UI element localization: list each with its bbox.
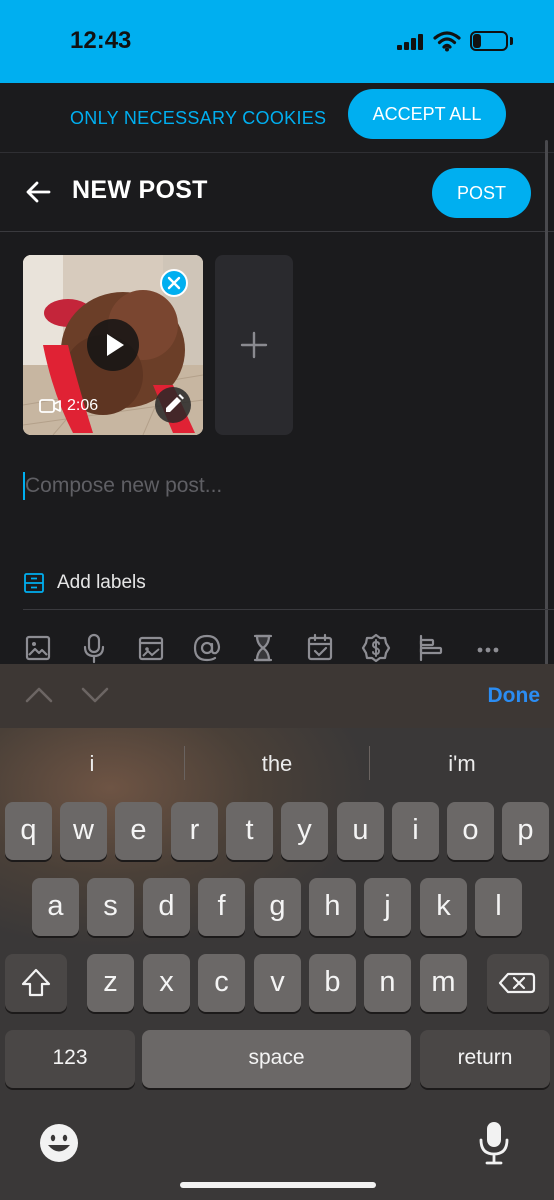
key-f[interactable]: f (198, 878, 245, 936)
play-icon (107, 334, 124, 356)
key-h[interactable]: h (309, 878, 356, 936)
key-c[interactable]: c (198, 954, 245, 1012)
key-s[interactable]: s (87, 878, 134, 936)
new-post-screen: 12:43 24 ONLY NECESSARY COOKIES ACCEPT A… (0, 0, 554, 1200)
expiration-button[interactable] (247, 632, 279, 664)
key-n[interactable]: n (364, 954, 411, 1012)
return-key[interactable]: return (420, 1030, 550, 1088)
add-media-button[interactable] (215, 255, 293, 435)
key-i[interactable]: i (392, 802, 439, 860)
vault-icon (138, 636, 164, 661)
remove-media-button[interactable] (160, 269, 188, 297)
add-labels-label: Add labels (57, 572, 146, 593)
key-u[interactable]: u (337, 802, 384, 860)
key-e[interactable]: e (115, 802, 162, 860)
chevron-down-icon[interactable] (80, 680, 110, 710)
more-options-button[interactable] (472, 632, 504, 664)
key-v[interactable]: v (254, 954, 301, 1012)
labels-icon (24, 573, 44, 593)
key-o[interactable]: o (447, 802, 494, 860)
only-necessary-cookies-button[interactable]: ONLY NECESSARY COOKIES (70, 101, 326, 135)
wifi-icon (433, 31, 461, 52)
mention-icon (193, 634, 221, 662)
voice-message-button[interactable] (78, 632, 110, 664)
duration-label: 2:06 (67, 397, 99, 414)
price-button[interactable] (360, 632, 392, 664)
key-w[interactable]: w (60, 802, 107, 860)
key-g[interactable]: g (254, 878, 301, 936)
key-m[interactable]: m (420, 954, 467, 1012)
cellular-signal-icon (397, 34, 423, 50)
poll-button[interactable] (416, 632, 448, 664)
hourglass-icon (253, 634, 273, 662)
key-t[interactable]: t (226, 802, 273, 860)
chevron-up-icon[interactable] (24, 680, 54, 710)
scrollbar[interactable] (545, 140, 548, 665)
dictation-microphone-icon[interactable] (476, 1120, 512, 1166)
back-arrow-icon[interactable] (24, 178, 52, 206)
post-header: NEW POST POST (0, 154, 554, 232)
key-d[interactable]: d (143, 878, 190, 936)
battery-tip (510, 37, 513, 45)
key-y[interactable]: y (281, 802, 328, 860)
key-z[interactable]: z (87, 954, 134, 1012)
key-l[interactable]: l (475, 878, 522, 936)
play-button[interactable] (87, 319, 139, 371)
shift-icon (21, 968, 51, 997)
text-caret (23, 472, 25, 500)
schedule-button[interactable] (304, 632, 336, 664)
microphone-icon (83, 633, 105, 664)
video-thumbnail[interactable]: 2:06 (23, 255, 203, 435)
key-a[interactable]: a (32, 878, 79, 936)
compose-area (23, 468, 523, 504)
battery-level: 24 (481, 33, 497, 49)
mention-button[interactable] (191, 632, 223, 664)
emoji-icon[interactable] (38, 1122, 80, 1164)
calendar-icon (307, 633, 333, 661)
page-title: NEW POST (72, 176, 208, 204)
post-button[interactable]: POST (432, 168, 531, 218)
key-x[interactable]: x (143, 954, 190, 1012)
battery-icon: 24 (470, 31, 508, 51)
status-bar: 12:43 24 (0, 0, 554, 83)
cookie-banner: ONLY NECESSARY COOKIES ACCEPT ALL (0, 83, 554, 153)
compose-post-input[interactable] (25, 468, 515, 504)
status-time: 12:43 (70, 27, 132, 54)
key-b[interactable]: b (309, 954, 356, 1012)
keyboard-done-button[interactable]: Done (460, 680, 541, 712)
plus-icon (240, 331, 268, 359)
keyboard-accessory-bar: Done (0, 664, 554, 728)
suggestion-1[interactable]: i (0, 746, 184, 782)
key-k[interactable]: k (420, 878, 467, 936)
post-toolbar (0, 632, 554, 666)
delete-key[interactable] (487, 954, 549, 1012)
accept-all-cookies-button[interactable]: ACCEPT ALL (348, 89, 506, 139)
key-q[interactable]: q (5, 802, 52, 860)
suggestion-2[interactable]: the (185, 746, 369, 782)
key-p[interactable]: p (502, 802, 549, 860)
suggestion-3[interactable]: i'm (370, 746, 554, 782)
close-icon (167, 276, 181, 290)
key-r[interactable]: r (171, 802, 218, 860)
shift-key[interactable] (5, 954, 67, 1012)
video-camera-icon (39, 399, 61, 413)
home-indicator[interactable] (180, 1182, 376, 1188)
pencil-icon (166, 394, 184, 412)
poll-icon (419, 634, 443, 662)
edit-media-button[interactable] (155, 387, 191, 423)
add-image-button[interactable] (22, 632, 54, 664)
vault-button[interactable] (135, 632, 167, 664)
numbers-key[interactable]: 123 (5, 1030, 135, 1088)
key-j[interactable]: j (364, 878, 411, 936)
price-tag-icon (361, 633, 391, 663)
image-icon (25, 635, 51, 661)
divider (23, 609, 554, 610)
add-labels-button[interactable]: Add labels (23, 566, 523, 600)
more-icon (477, 647, 499, 653)
backspace-icon (498, 972, 536, 994)
video-duration: 2:06 (39, 397, 98, 415)
space-key[interactable]: space (142, 1030, 411, 1088)
